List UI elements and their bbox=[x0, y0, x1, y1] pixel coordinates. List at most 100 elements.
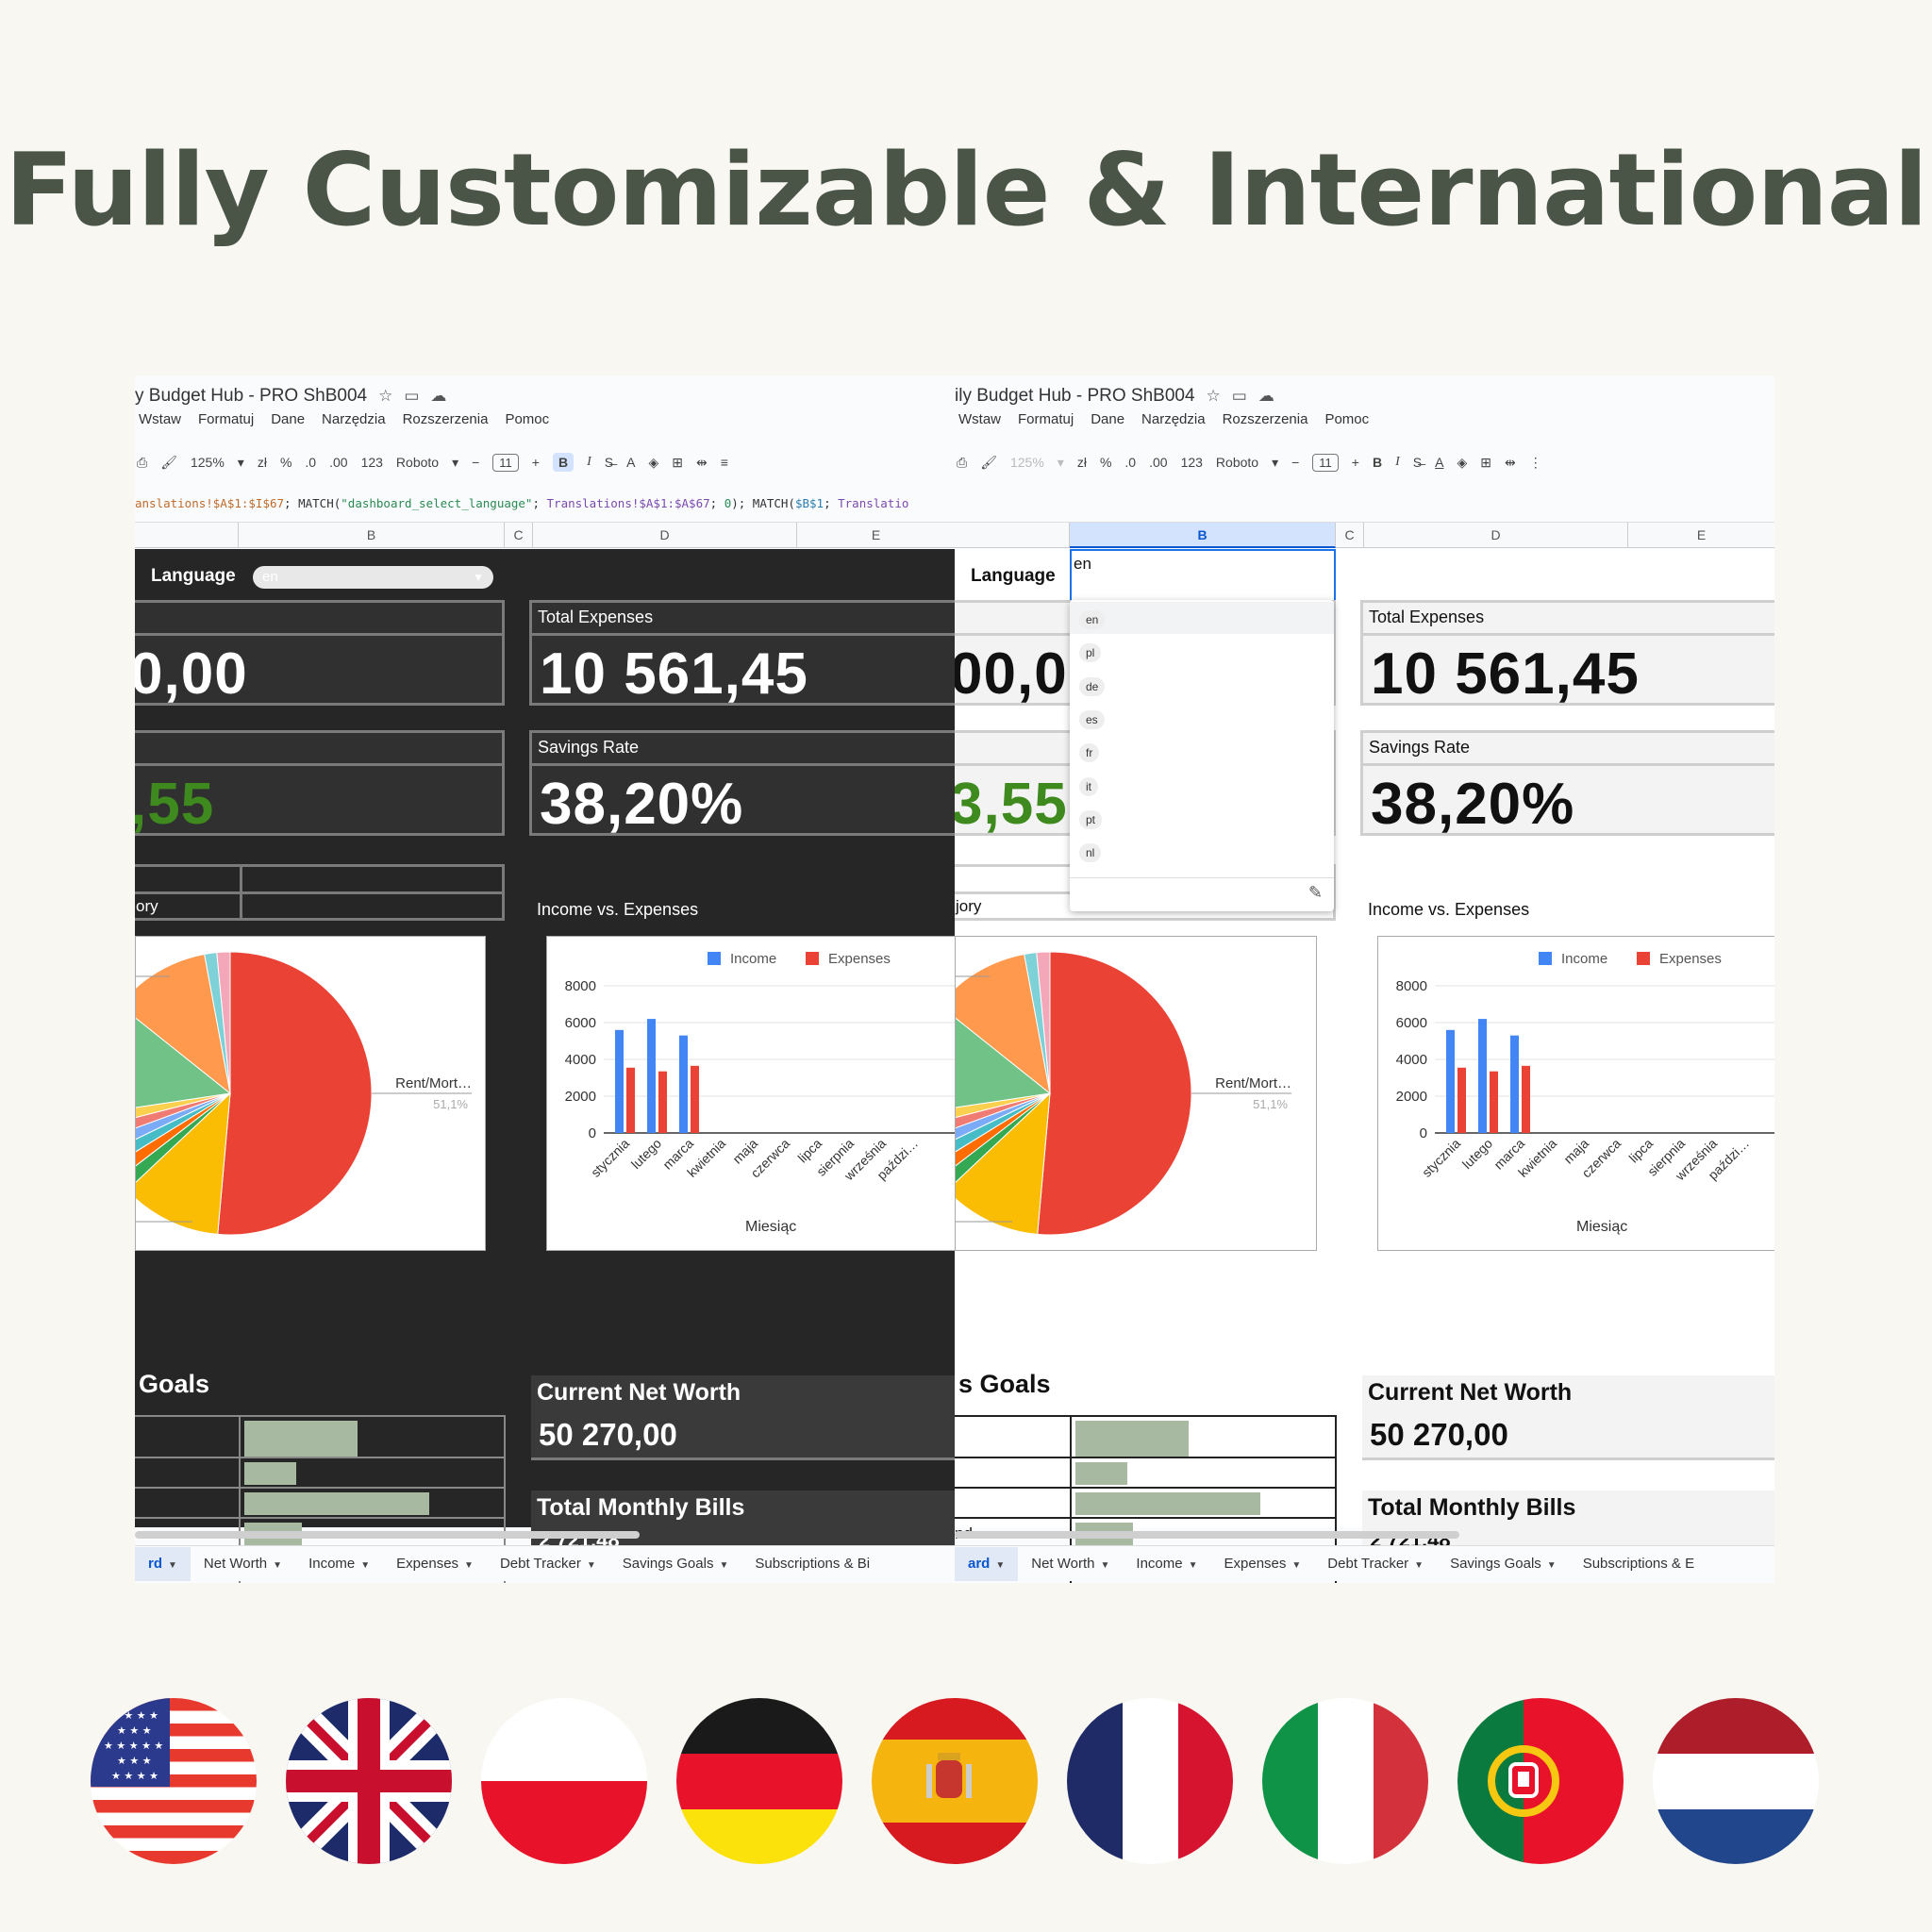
column-header-b[interactable]: B bbox=[239, 523, 505, 548]
italic-button[interactable]: I bbox=[587, 455, 591, 470]
dropdown-option-pl[interactable]: pl bbox=[1079, 643, 1102, 664]
borders-icon[interactable]: ⊞ bbox=[1480, 455, 1491, 471]
tab-income[interactable]: Income ▼ bbox=[1123, 1547, 1210, 1581]
dropdown-option-de[interactable]: de bbox=[1079, 677, 1106, 698]
dropdown-option-it[interactable]: it bbox=[1079, 777, 1098, 798]
tab-net-worth[interactable]: Net Worth ▼ bbox=[1018, 1547, 1123, 1581]
formula-bar[interactable]: anslations!$A$1:$I$67; MATCH("dashboard_… bbox=[135, 496, 955, 517]
dropdown-option-fr[interactable]: fr bbox=[1079, 743, 1100, 764]
menu-extensions[interactable]: Rozszerzenia bbox=[403, 411, 489, 430]
minus-icon[interactable]: − bbox=[472, 455, 479, 470]
pie-chart[interactable]: Rent/Mort… 51,1% bbox=[135, 936, 486, 1251]
currency-format[interactable]: zł bbox=[1077, 455, 1087, 470]
print-icon[interactable]: ⎙ bbox=[137, 455, 147, 471]
tab-debt-tracker[interactable]: Debt Tracker ▼ bbox=[1314, 1547, 1437, 1581]
doc-title[interactable]: y Budget Hub - PRO ShB004 bbox=[135, 386, 367, 407]
menu-format[interactable]: Formatuj bbox=[198, 411, 254, 430]
percent-format[interactable]: % bbox=[1100, 455, 1111, 470]
tab-savings-goals[interactable]: Savings Goals ▼ bbox=[1437, 1547, 1570, 1581]
tab-net-worth[interactable]: Net Worth ▼ bbox=[191, 1547, 295, 1581]
more-icon[interactable]: ⋮ bbox=[1529, 455, 1542, 471]
pie-chart[interactable]: Rent/Mort… 51,1% bbox=[955, 936, 1317, 1251]
increase-decimal[interactable]: .00 bbox=[329, 455, 347, 470]
horizontal-scrollbar[interactable] bbox=[135, 1529, 955, 1539]
column-header-e[interactable]: E bbox=[797, 523, 955, 548]
menu-data[interactable]: Dane bbox=[271, 411, 305, 430]
cloud-icon[interactable]: ☁ bbox=[430, 387, 446, 406]
column-header-a[interactable] bbox=[135, 523, 239, 548]
fill-color-icon[interactable]: ◈ bbox=[1457, 455, 1467, 471]
fill-color-icon[interactable]: ◈ bbox=[648, 455, 658, 471]
tab-income[interactable]: Income ▼ bbox=[295, 1547, 383, 1581]
star-icon[interactable]: ☆ bbox=[1207, 387, 1221, 406]
font-select[interactable]: Roboto bbox=[1216, 455, 1258, 470]
menu-format[interactable]: Formatuj bbox=[1018, 411, 1074, 430]
cloud-icon[interactable]: ☁ bbox=[1258, 387, 1274, 406]
increase-decimal[interactable]: .00 bbox=[1149, 455, 1167, 470]
menu-insert[interactable]: Wstaw bbox=[958, 411, 1001, 430]
strikethrough-icon[interactable]: S̶ bbox=[1413, 455, 1422, 470]
dropdown-option-pt[interactable]: pt bbox=[1079, 810, 1103, 831]
folder-icon[interactable]: ▭ bbox=[1232, 387, 1247, 406]
menu-insert[interactable]: Wstaw bbox=[139, 411, 181, 430]
tab-expenses[interactable]: Expenses ▼ bbox=[383, 1547, 487, 1581]
percent-format[interactable]: % bbox=[280, 455, 291, 470]
menu-tools[interactable]: Narzędzia bbox=[322, 411, 386, 430]
column-header-a[interactable] bbox=[955, 523, 1070, 548]
decrease-decimal[interactable]: .0 bbox=[1124, 455, 1136, 470]
number-format[interactable]: 123 bbox=[361, 455, 383, 470]
plus-icon[interactable]: + bbox=[532, 455, 540, 470]
font-size-input[interactable]: 11 bbox=[492, 453, 519, 472]
font-select[interactable]: Roboto bbox=[396, 455, 439, 470]
column-header-e[interactable]: E bbox=[1628, 523, 1774, 548]
tab-subscriptions[interactable]: Subscriptions & E bbox=[1570, 1547, 1707, 1581]
column-header-d[interactable]: D bbox=[533, 523, 797, 548]
borders-icon[interactable]: ⊞ bbox=[672, 455, 683, 471]
menu-tools[interactable]: Narzędzia bbox=[1141, 411, 1206, 430]
bar-chart[interactable]: Income Expenses 0 2000 4000 6000 8000 stycznia l… bbox=[546, 936, 955, 1251]
language-cell-editor[interactable]: en bbox=[1070, 549, 1336, 602]
currency-format[interactable]: zł bbox=[258, 455, 267, 470]
bold-button[interactable]: B bbox=[1373, 455, 1382, 470]
align-icon[interactable]: ≡ bbox=[721, 455, 728, 470]
menu-help[interactable]: Pomoc bbox=[505, 411, 549, 430]
italic-button[interactable]: I bbox=[1395, 455, 1400, 470]
zoom-select[interactable]: 125% bbox=[1010, 455, 1044, 470]
tab-dashboard[interactable]: rd ▼ bbox=[135, 1546, 191, 1581]
zoom-select[interactable]: 125% bbox=[191, 455, 225, 470]
menu-extensions[interactable]: Rozszerzenia bbox=[1223, 411, 1308, 430]
language-dropdown[interactable]: en ▼ bbox=[253, 566, 493, 589]
dropdown-option-es[interactable]: es bbox=[1079, 710, 1105, 731]
decrease-decimal[interactable]: .0 bbox=[305, 455, 316, 470]
tab-dashboard[interactable]: ard ▼ bbox=[955, 1546, 1019, 1581]
column-header-b[interactable]: B bbox=[1070, 523, 1336, 548]
number-format[interactable]: 123 bbox=[1181, 455, 1203, 470]
folder-icon[interactable]: ▭ bbox=[404, 387, 419, 406]
doc-title[interactable]: ily Budget Hub - PRO ShB004 bbox=[955, 386, 1195, 407]
strikethrough-icon[interactable]: S̶ bbox=[605, 455, 613, 470]
pencil-icon[interactable]: ✎ bbox=[1308, 883, 1323, 903]
menu-data[interactable]: Dane bbox=[1091, 411, 1124, 430]
text-color-button[interactable]: A bbox=[1435, 455, 1443, 470]
star-icon[interactable]: ☆ bbox=[378, 387, 392, 406]
menu-help[interactable]: Pomoc bbox=[1324, 411, 1369, 430]
paint-format-icon[interactable]: 🖌 bbox=[980, 455, 997, 471]
horizontal-scrollbar[interactable] bbox=[955, 1529, 1774, 1539]
merge-icon[interactable]: ⇹ bbox=[696, 455, 708, 471]
bold-button[interactable]: B bbox=[552, 453, 575, 472]
tab-expenses[interactable]: Expenses ▼ bbox=[1211, 1547, 1315, 1581]
minus-icon[interactable]: − bbox=[1291, 455, 1299, 470]
font-size-input[interactable]: 11 bbox=[1312, 453, 1339, 472]
column-header-d[interactable]: D bbox=[1364, 523, 1628, 548]
plus-icon[interactable]: + bbox=[1352, 455, 1359, 470]
tab-savings-goals[interactable]: Savings Goals ▼ bbox=[609, 1547, 742, 1581]
bar-chart[interactable]: Income Expenses 0 2000 4000 6000 8000 stycznia l… bbox=[1377, 936, 1774, 1251]
tab-debt-tracker[interactable]: Debt Tracker ▼ bbox=[487, 1547, 609, 1581]
merge-icon[interactable]: ⇹ bbox=[1505, 455, 1516, 471]
column-header-c[interactable]: C bbox=[1336, 523, 1364, 548]
paint-format-icon[interactable]: 🖌 bbox=[160, 455, 177, 471]
dropdown-option-en[interactable]: en bbox=[1079, 610, 1106, 631]
tab-subscriptions[interactable]: Subscriptions & Bi bbox=[741, 1547, 883, 1581]
print-icon[interactable]: ⎙ bbox=[957, 455, 967, 471]
dropdown-option-nl[interactable]: nl bbox=[1079, 843, 1102, 864]
